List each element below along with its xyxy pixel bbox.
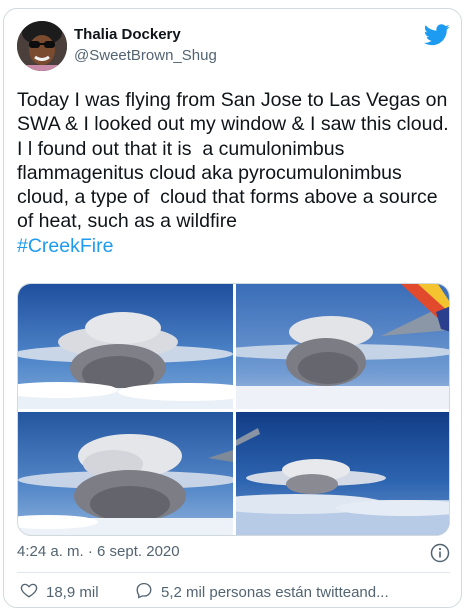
tweet-card[interactable]: Thalia Dockery @SweetBrown_Shug Today I … [3,8,462,608]
conversation-button[interactable]: 5,2 mil personas están twitteand... [135,581,389,603]
media-photo-1[interactable] [18,284,233,409]
tweet-body: Today I was flying from San Jose to Las … [17,89,455,233]
user-display-name[interactable]: Thalia Dockery [74,26,181,43]
like-button[interactable]: 18,9 mil [20,581,99,603]
user-handle[interactable]: @SweetBrown_Shug [74,47,217,64]
hashtag-link[interactable]: #CreekFire [17,235,113,257]
tweet-text: Today I was flying from San Jose to Las … [17,88,453,258]
media-photo-4[interactable] [236,412,449,535]
conversation-label: 5,2 mil personas están twitteand... [161,583,389,601]
tweet-timestamp[interactable]: 4:24 a. m. · 6 sept. 2020 [17,543,180,560]
info-icon[interactable] [430,543,450,563]
heart-icon [20,581,46,603]
media-photo-3[interactable] [18,412,233,535]
divider [17,572,450,573]
twitter-bird-icon[interactable] [423,24,450,46]
reply-bubble-icon [135,581,161,603]
avatar[interactable] [17,21,67,71]
media-grid [17,283,450,536]
media-photo-2[interactable] [236,284,449,409]
like-count: 18,9 mil [46,583,99,601]
